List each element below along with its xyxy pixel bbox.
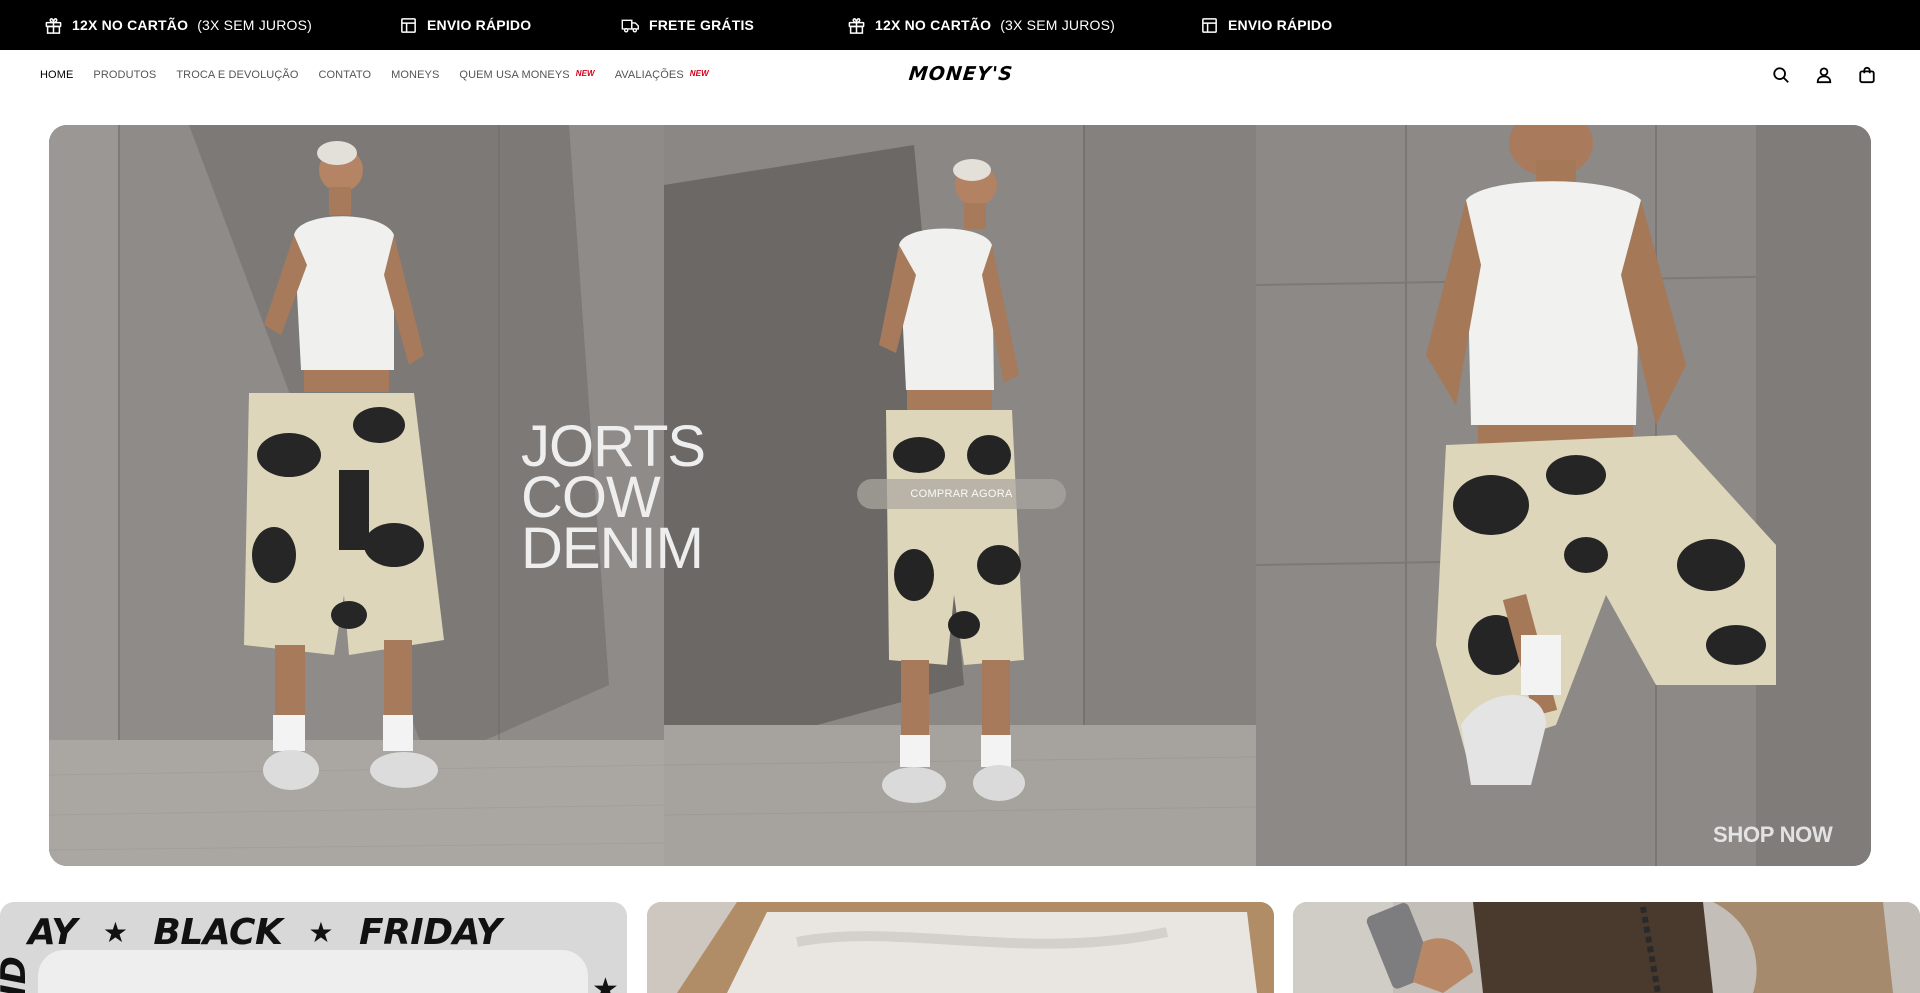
hero-photo-right (1256, 125, 1871, 866)
nav-label: MONEYS (391, 69, 440, 81)
nav-label: HOME (40, 69, 74, 81)
nav-item-moneys[interactable]: MONEYS (391, 69, 439, 81)
announcement-strong: ENVIO RÁPIDO (427, 17, 532, 33)
cart-bag-icon[interactable] (1858, 66, 1876, 84)
nav-item-produtos[interactable]: PRODUTOS (93, 69, 156, 81)
truck-icon (621, 16, 640, 35)
hero-banner[interactable]: JORTS COW DENIM COMPRAR AGORA SHOP NOW (49, 125, 1871, 866)
marquee-word: FRIDAY (358, 912, 502, 953)
announcement-item: ENVIO RÁPIDO (399, 0, 531, 50)
box-icon (1200, 16, 1219, 35)
nav-item-home[interactable]: HOME (40, 69, 73, 81)
nav-label: CONTATO (318, 69, 372, 81)
gift-icon (44, 16, 63, 35)
star-icon: ★ (308, 916, 333, 949)
announcement-item: 12X NO CARTÃO (3X SEM JUROS) (44, 0, 312, 50)
announcement-bar: 12X NO CARTÃO (3X SEM JUROS) ENVIO RÁPID… (0, 0, 1920, 50)
lifestyle-photo (1293, 902, 1920, 993)
nav-label: AVALIAÇÕES (614, 69, 684, 81)
star-icon: ★ (592, 973, 619, 993)
site-header: HOME PRODUTOS TROCA E DEVOLUÇÃO CONTATO … (0, 50, 1920, 100)
hero-title: JORTS COW DENIM (521, 414, 706, 581)
card-inner-panel (38, 950, 588, 993)
announcement-strong: 12X NO CARTÃO (875, 17, 992, 33)
announcement-light: (3X SEM JUROS) (1000, 17, 1116, 33)
nav-label: PRODUTOS (93, 69, 157, 81)
box-icon (399, 16, 418, 35)
announcement-strong: ENVIO RÁPIDO (1228, 17, 1333, 33)
nav-label: TROCA E DEVOLUÇÃO (176, 69, 299, 81)
new-badge: NEW (575, 69, 595, 78)
header-actions (1772, 50, 1876, 100)
black-friday-card[interactable]: AY ★ BLACK ★ FRIDAY ID ★ (0, 902, 627, 993)
packaging-card[interactable] (647, 902, 1274, 993)
marquee-word: AY (28, 912, 77, 953)
main-nav: HOME PRODUTOS TROCA E DEVOLUÇÃO CONTATO … (40, 50, 709, 100)
marquee-word: BLACK (153, 912, 283, 953)
gift-icon (847, 16, 866, 35)
new-badge: NEW (689, 69, 709, 78)
nav-item-avaliacoes[interactable]: AVALIAÇÕES NEW (615, 69, 709, 81)
black-friday-marquee: AY ★ BLACK ★ FRIDAY (0, 912, 502, 953)
nav-label: QUEM USA MONEYS (459, 69, 570, 81)
packaging-photo (647, 902, 1274, 993)
announcement-strong: FRETE GRÁTIS (649, 17, 755, 33)
star-icon: ★ (102, 916, 128, 949)
announcement-strong: 12X NO CARTÃO (72, 17, 189, 33)
announcement-item: FRETE GRÁTIS (621, 0, 754, 50)
announcement-item: 12X NO CARTÃO (3X SEM JUROS) (847, 0, 1115, 50)
nav-item-contato[interactable]: CONTATO (318, 69, 371, 81)
shop-now-label: SHOP NOW (1713, 822, 1833, 847)
shop-now-button[interactable]: COMPRAR AGORA (857, 479, 1066, 509)
lifestyle-card[interactable] (1293, 902, 1920, 993)
search-icon[interactable] (1772, 66, 1790, 84)
announcement-item: ENVIO RÁPIDO (1200, 0, 1332, 50)
announcement-light: (3X SEM JUROS) (197, 17, 313, 33)
nav-item-troca-devolucao[interactable]: TROCA E DEVOLUÇÃO (176, 69, 298, 81)
account-icon[interactable] (1815, 66, 1833, 84)
nav-item-quem-usa-moneys[interactable]: QUEM USA MONEYS NEW (459, 69, 594, 81)
card-side-text: ID (0, 956, 34, 993)
brand-logo[interactable]: MONEY'S (901, 62, 1022, 86)
